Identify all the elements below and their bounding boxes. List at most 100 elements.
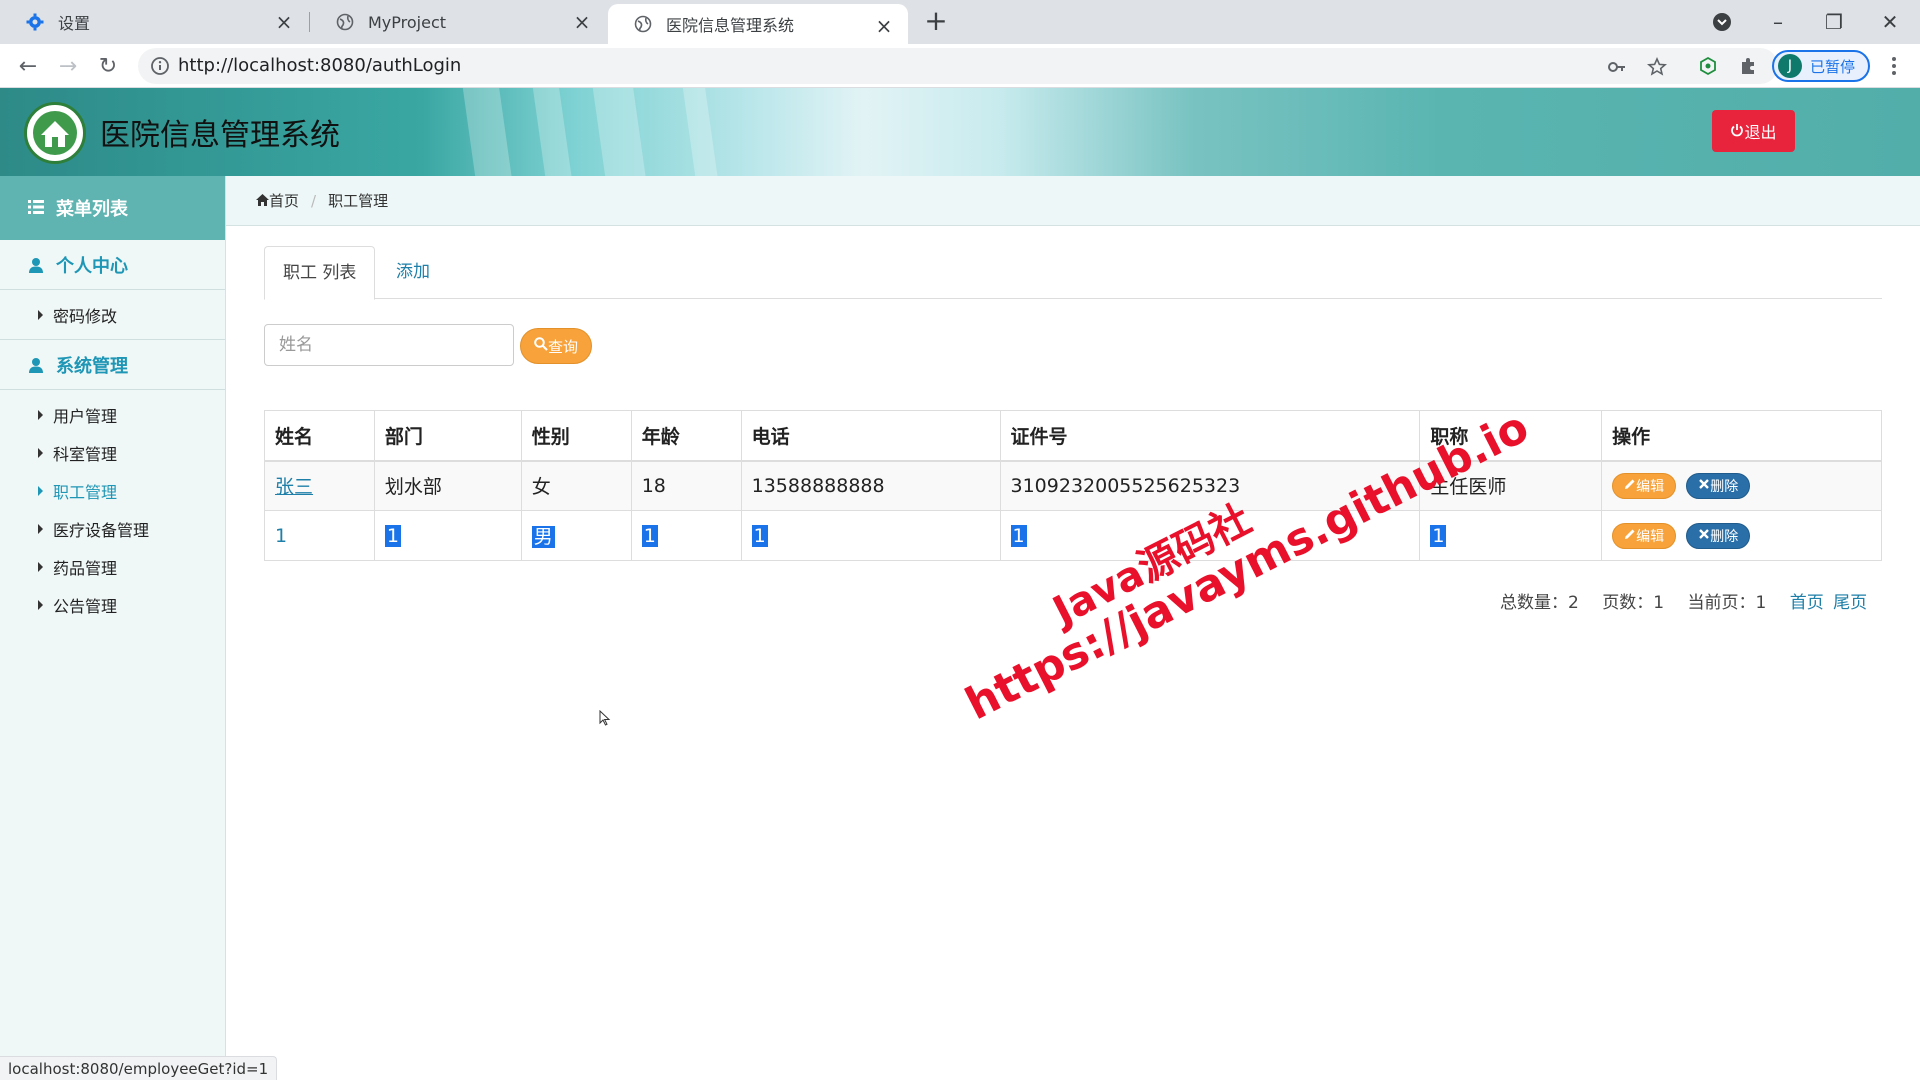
browser-tab-settings[interactable]: 设置 × bbox=[0, 0, 308, 44]
close-icon[interactable]: × bbox=[274, 12, 294, 32]
browser-tab-myproject[interactable]: MyProject × bbox=[310, 0, 606, 44]
selected-text: 男 bbox=[531, 526, 555, 548]
sidebar-group-personal[interactable]: 个人中心 bbox=[0, 240, 225, 290]
address-bar[interactable]: http://localhost:8080/authLogin bbox=[138, 48, 1778, 84]
caret-right-icon bbox=[38, 448, 43, 458]
logout-label: 退出 bbox=[1744, 123, 1777, 142]
tab-add[interactable]: 添加 bbox=[378, 246, 448, 299]
key-icon[interactable] bbox=[1606, 56, 1628, 78]
name-search-input[interactable] bbox=[264, 324, 514, 366]
back-arrow-icon[interactable]: ← bbox=[14, 52, 42, 80]
browser-toolbar: ← → ↻ http://localhost:8080/authLogin J … bbox=[0, 44, 1920, 88]
column-header: 姓名 bbox=[264, 410, 375, 462]
sidebar-item-label: 职工管理 bbox=[53, 483, 118, 502]
delete-label: 删除 bbox=[1710, 478, 1739, 495]
tab-title: MyProject bbox=[368, 12, 447, 32]
first-page-link[interactable]: 首页 bbox=[1790, 593, 1824, 613]
forward-arrow-icon[interactable]: → bbox=[54, 52, 82, 80]
status-bar-url: localhost:8080/employeeGet?id=1 bbox=[0, 1056, 278, 1080]
close-icon[interactable]: × bbox=[572, 12, 592, 32]
reload-icon[interactable]: ↻ bbox=[94, 52, 122, 80]
new-tab-button[interactable]: + bbox=[922, 7, 950, 36]
sidebar-item-users[interactable]: 用户管理 bbox=[0, 396, 225, 434]
extension-icon[interactable] bbox=[1696, 54, 1720, 78]
last-page-link[interactable]: 尾页 bbox=[1833, 593, 1867, 613]
caret-right-icon bbox=[38, 562, 43, 572]
sidebar-item-departments[interactable]: 科室管理 bbox=[0, 434, 225, 472]
tab-employee-list[interactable]: 职工 列表 bbox=[264, 246, 376, 300]
name-cell: 1 bbox=[264, 510, 375, 561]
current-page: 当前页：1 bbox=[1687, 593, 1767, 613]
delete-button[interactable]: 删除 bbox=[1686, 522, 1751, 549]
url-text[interactable]: http://localhost:8080/authLogin bbox=[178, 48, 461, 84]
sidebar-item-label: 用户管理 bbox=[53, 407, 118, 426]
edit-label: 编辑 bbox=[1636, 478, 1665, 495]
restore-icon[interactable]: ❐ bbox=[1820, 8, 1848, 36]
search-button-label: 查询 bbox=[547, 337, 578, 356]
pagination: 总数量：2 页数：1 当前页：1 首页 尾页 bbox=[1500, 588, 1871, 613]
employee-name-link[interactable]: 1 bbox=[275, 525, 287, 547]
mouse-cursor-icon bbox=[599, 709, 611, 726]
edit-button[interactable]: 编辑 bbox=[1612, 522, 1677, 549]
page-count: 页数：1 bbox=[1602, 593, 1665, 613]
table-row: 1 1 男 1 1 1 1 编辑 删除 bbox=[264, 510, 1882, 561]
banner-decoration bbox=[590, 88, 650, 176]
search-icon bbox=[534, 337, 548, 355]
table-header-row: 姓名 部门 性别 年龄 电话 证件号 职称 操作 bbox=[264, 410, 1882, 462]
caret-right-icon bbox=[38, 410, 43, 420]
more-menu-icon[interactable] bbox=[1884, 54, 1904, 78]
banner-decoration bbox=[530, 88, 576, 176]
caret-right-icon bbox=[38, 309, 43, 320]
x-icon bbox=[1698, 478, 1710, 494]
sidebar-item-notices[interactable]: 公告管理 bbox=[0, 586, 225, 624]
sidebar-item-password[interactable]: 密码修改 bbox=[0, 290, 225, 340]
sidebar-group-system[interactable]: 系统管理 bbox=[0, 340, 225, 390]
caret-right-icon bbox=[38, 524, 43, 534]
actions-cell: 编辑 删除 bbox=[1601, 510, 1882, 561]
sidebar-item-employees[interactable]: 职工管理 bbox=[0, 472, 225, 510]
globe-icon bbox=[336, 13, 354, 31]
info-icon[interactable] bbox=[150, 56, 170, 76]
star-icon[interactable] bbox=[1646, 56, 1668, 78]
column-header: 年龄 bbox=[630, 410, 742, 462]
selected-text: 1 bbox=[751, 524, 768, 547]
delete-label: 删除 bbox=[1710, 528, 1739, 545]
table-cell: 1 bbox=[630, 510, 742, 561]
sidebar-item-label: 科室管理 bbox=[53, 445, 118, 464]
breadcrumb-home[interactable]: 首页 bbox=[269, 190, 299, 211]
gear-icon bbox=[26, 13, 44, 31]
home-icon[interactable] bbox=[256, 192, 269, 210]
list-icon bbox=[28, 198, 44, 219]
tab-search-icon[interactable] bbox=[1708, 8, 1736, 36]
table-cell: 男 bbox=[520, 510, 632, 561]
sidebar-group-label: 个人中心 bbox=[56, 255, 128, 277]
avatar: J bbox=[1778, 54, 1802, 78]
sidebar-item-label: 公告管理 bbox=[53, 597, 118, 616]
close-icon[interactable]: × bbox=[874, 16, 894, 36]
browser-tab-hospital[interactable]: 医院信息管理系统 × bbox=[608, 4, 908, 44]
selected-text: 1 bbox=[1010, 524, 1027, 547]
table-cell: 13588888888 bbox=[740, 460, 1001, 511]
profile-button[interactable]: J 已暂停 bbox=[1772, 50, 1870, 82]
tab-title: 医院信息管理系统 bbox=[666, 16, 795, 35]
total-count: 总数量：2 bbox=[1500, 593, 1579, 613]
browser-tab-strip: 设置 × MyProject × 医院信息管理系统 × + – ❐ ✕ bbox=[0, 0, 1920, 44]
puzzle-icon[interactable] bbox=[1736, 54, 1760, 78]
sidebar-heading-label: 菜单列表 bbox=[56, 199, 128, 220]
sidebar-group-label: 系统管理 bbox=[56, 355, 128, 377]
sidebar-item-drugs[interactable]: 药品管理 bbox=[0, 548, 225, 586]
employee-name-link[interactable]: 张三 bbox=[275, 476, 313, 498]
logout-button[interactable]: 退出 bbox=[1712, 110, 1795, 152]
tab-title: 设置 bbox=[58, 14, 91, 33]
sidebar-item-label: 密码修改 bbox=[53, 306, 118, 326]
search-button[interactable]: 查询 bbox=[520, 328, 592, 364]
minimize-icon[interactable]: – bbox=[1764, 8, 1792, 36]
edit-button[interactable]: 编辑 bbox=[1612, 472, 1677, 499]
table-cell: 18 bbox=[630, 460, 742, 511]
sidebar-item-equipment[interactable]: 医疗设备管理 bbox=[0, 510, 225, 548]
user-icon bbox=[28, 357, 44, 373]
column-header: 性别 bbox=[520, 410, 632, 462]
window-close-icon[interactable]: ✕ bbox=[1876, 8, 1904, 36]
table-cell: 1 bbox=[740, 510, 1001, 561]
delete-button[interactable]: 删除 bbox=[1686, 472, 1751, 499]
